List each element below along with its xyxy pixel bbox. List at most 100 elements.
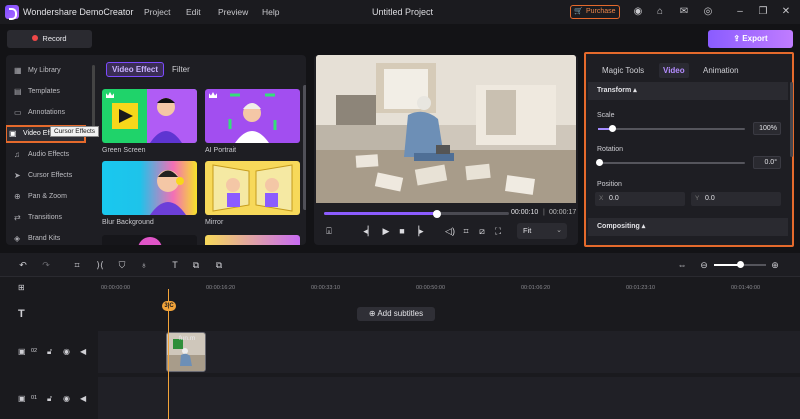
sidebar-item-transitions[interactable]: ⇄ Transitions bbox=[10, 209, 92, 227]
fit-dropdown[interactable]: Fit ⌄ bbox=[517, 223, 567, 239]
progress-knob[interactable] bbox=[432, 209, 441, 218]
add-subtitles-button[interactable]: ⊕ Add subtitles bbox=[357, 307, 435, 321]
playback-progress[interactable] bbox=[324, 209, 509, 218]
section-transform[interactable]: Transform ▴ bbox=[588, 82, 788, 100]
effect-thumbnail bbox=[102, 161, 197, 215]
current-time: 00:00:10 bbox=[511, 209, 539, 216]
tab-video[interactable]: Video bbox=[659, 63, 689, 78]
multi-track-icon[interactable]: ⧉ bbox=[213, 259, 225, 271]
play-icon[interactable]: ▶ bbox=[380, 225, 392, 237]
lock-icon[interactable]: 🔓︎ bbox=[47, 347, 52, 357]
undo-icon[interactable]: ↶ bbox=[17, 259, 29, 271]
record-button[interactable]: Record bbox=[7, 30, 92, 48]
subtitle-track[interactable] bbox=[98, 299, 800, 329]
sidebar-item-audio-effects[interactable]: ♫ Audio Effects bbox=[10, 146, 92, 164]
aspect-ratio-icon[interactable]: ⧄ bbox=[476, 225, 488, 237]
effect-card-green-screen[interactable]: Green Screen bbox=[102, 89, 197, 154]
mail-icon[interactable]: ✉ bbox=[677, 5, 691, 19]
effect-card-blur-background[interactable]: Blur Background bbox=[102, 161, 197, 226]
zoom-in-icon[interactable]: ⊕ bbox=[769, 259, 781, 271]
menu-project[interactable]: Project bbox=[144, 7, 170, 17]
scale-slider[interactable] bbox=[598, 125, 745, 132]
redo-icon[interactable]: ↷ bbox=[40, 259, 52, 271]
zoom-knob[interactable] bbox=[736, 261, 744, 268]
tutorial-cap-icon[interactable]: ⌂ bbox=[653, 5, 667, 19]
screen-record-icon[interactable]: ⧉ bbox=[190, 259, 202, 271]
close-icon[interactable]: ✕ bbox=[779, 5, 793, 19]
time-separator: | bbox=[543, 209, 545, 216]
eye-icon[interactable]: ◉ bbox=[63, 394, 70, 403]
tab-magic-tools[interactable]: Magic Tools bbox=[602, 66, 644, 75]
subtitle-icon[interactable]: T bbox=[169, 259, 181, 271]
sidebar-item-annotations[interactable]: ▭ Annotations bbox=[10, 104, 92, 122]
track-number: 02 bbox=[31, 348, 38, 354]
menu-help[interactable]: Help bbox=[262, 7, 279, 17]
minimize-icon[interactable]: – bbox=[733, 5, 747, 19]
tab-animation[interactable]: Animation bbox=[703, 66, 739, 75]
scale-value[interactable]: 100% bbox=[753, 122, 781, 135]
effect-card-partial[interactable] bbox=[102, 235, 197, 245]
purchase-button[interactable]: Purchase bbox=[570, 5, 620, 19]
lock-icon[interactable]: 🔓︎ bbox=[47, 394, 52, 404]
playhead-tag[interactable]: 3|C bbox=[162, 301, 176, 311]
zoom-slider[interactable] bbox=[714, 261, 766, 268]
tab-video-effect[interactable]: Video Effect bbox=[106, 62, 164, 77]
audio-effects-icon: ♫ bbox=[14, 150, 20, 159]
restore-icon[interactable]: ❐ bbox=[756, 5, 770, 19]
menu-preview[interactable]: Preview bbox=[218, 7, 248, 17]
rotation-label: Rotation bbox=[597, 146, 624, 153]
crop-frame-icon[interactable]: ⌗ bbox=[460, 225, 472, 237]
zoom-out-icon[interactable]: ⊖ bbox=[698, 259, 710, 271]
properties-scrollbar[interactable] bbox=[790, 82, 793, 157]
menu-edit[interactable]: Edit bbox=[186, 7, 201, 17]
microphone-icon[interactable]: ♁ bbox=[138, 259, 150, 271]
next-frame-icon[interactable]: ▕▸ bbox=[412, 225, 424, 237]
eye-icon[interactable]: ◉ bbox=[63, 347, 70, 356]
volume-icon[interactable]: ◁) bbox=[444, 225, 456, 237]
speaker-icon[interactable]: ◀ bbox=[80, 347, 86, 356]
effect-card-ai-portrait[interactable]: AI Portrait bbox=[205, 89, 300, 154]
video-clip[interactable]: fun.m bbox=[166, 332, 206, 372]
fullscreen-icon[interactable]: ⛶ bbox=[492, 225, 504, 237]
sidebar-item-brand-kits[interactable]: ◈ Brand Kits bbox=[10, 230, 92, 245]
sidebar-item-label: My Library bbox=[28, 67, 61, 74]
effect-card-mirror[interactable]: Mirror bbox=[205, 161, 300, 226]
sidebar-item-pan-zoom[interactable]: ⊕ Pan & Zoom bbox=[10, 188, 92, 206]
time-ruler[interactable]: 00:00:00:00 00:00:16:20 00:00:33:10 00:0… bbox=[0, 281, 800, 297]
slider-knob[interactable] bbox=[609, 125, 617, 132]
position-y-field[interactable]: Y 0.0 bbox=[691, 192, 781, 206]
rotation-slider[interactable] bbox=[595, 159, 745, 166]
snapshot-camera-icon[interactable]: ⌻ bbox=[323, 225, 335, 237]
video-track-icon: ▣ bbox=[18, 394, 26, 403]
properties-panel: Magic Tools Video Animation Transform ▴ … bbox=[584, 52, 794, 247]
ruler-label: 00:00:00:00 bbox=[101, 285, 131, 291]
effect-label: Mirror bbox=[205, 219, 224, 226]
sidebar-item-cursor-effects[interactable]: ➤ Cursor Effects bbox=[10, 167, 92, 185]
account-icon[interactable]: ◉ bbox=[631, 5, 645, 19]
split-icon[interactable]: ⟩⟨ bbox=[94, 259, 106, 271]
section-compositing[interactable]: Compositing ▴ bbox=[588, 218, 788, 236]
slider-knob[interactable] bbox=[595, 159, 603, 166]
effect-thumbnail bbox=[102, 89, 197, 143]
effect-card-partial[interactable] bbox=[205, 235, 300, 245]
position-x-field[interactable]: X 0.0 bbox=[595, 192, 685, 206]
sidebar-item-my-library[interactable]: ▦ My Library bbox=[10, 62, 92, 80]
sidebar-scrollbar[interactable] bbox=[92, 65, 95, 135]
rotation-value[interactable]: 0.0° bbox=[753, 156, 781, 169]
support-headset-icon[interactable]: ◎ bbox=[701, 5, 715, 19]
crop-icon[interactable]: ⌗ bbox=[71, 259, 83, 271]
export-button[interactable]: ⇪ Export bbox=[708, 30, 793, 48]
previous-frame-icon[interactable]: ◂▏ bbox=[363, 225, 375, 237]
stop-icon[interactable]: ■ bbox=[396, 225, 408, 237]
effects-scrollbar[interactable] bbox=[303, 85, 306, 210]
sidebar-item-templates[interactable]: ▤ Templates bbox=[10, 83, 92, 101]
effect-thumbnail bbox=[102, 235, 197, 245]
video-track-01[interactable] bbox=[98, 377, 800, 419]
progress-fill bbox=[324, 212, 437, 215]
tab-filter[interactable]: Filter bbox=[172, 65, 190, 74]
preview-panel: 00:00:10 | 00:00:17 ⌻ ◂▏ ▶ ■ ▕▸ ◁) ⌗ ⧄ ⛶… bbox=[314, 55, 578, 245]
fit-timeline-icon[interactable]: ⇔ bbox=[676, 259, 688, 271]
video-frame bbox=[316, 55, 576, 203]
speaker-icon[interactable]: ◀ bbox=[80, 394, 86, 403]
shield-icon[interactable]: ⛉ bbox=[116, 259, 128, 271]
